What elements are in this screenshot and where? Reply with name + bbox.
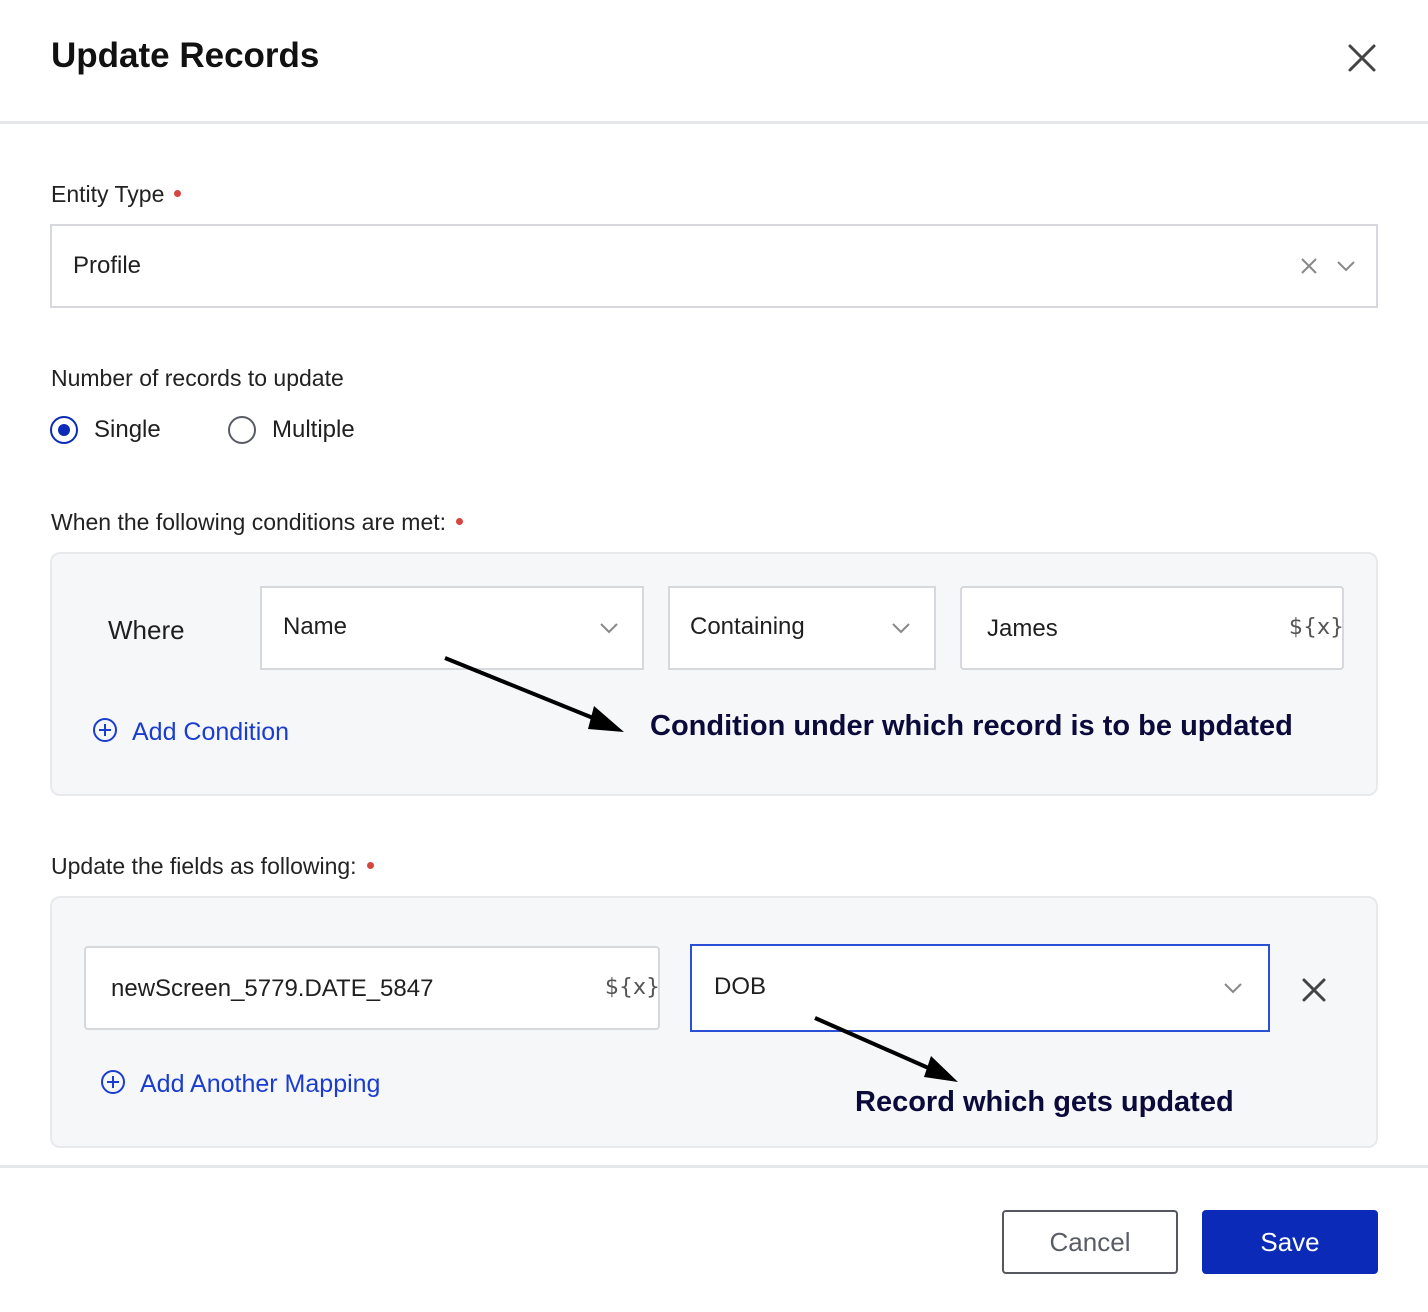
remove-mapping-icon[interactable] — [1300, 976, 1328, 1004]
mapping-source-text: newScreen_5779.DATE_5847 — [111, 975, 434, 1002]
chevron-down-icon — [600, 623, 618, 634]
mapping-target-value: DOB — [714, 973, 767, 1000]
mapping-annotation: Record which gets updated — [855, 1086, 1234, 1118]
required-indicator — [366, 862, 374, 870]
mapping-target-select[interactable]: DOB — [690, 944, 1270, 1032]
chevron-down-icon — [892, 623, 910, 634]
mapping-panel: newScreen_5779.DATE_5847 ${x} DOB Add An… — [50, 896, 1378, 1148]
condition-operator-value: Containing — [690, 613, 805, 640]
variable-icon[interactable]: ${x} — [1289, 615, 1344, 640]
condition-value-input[interactable]: James ${x} — [960, 586, 1344, 670]
radio-single[interactable] — [50, 416, 78, 444]
chevron-down-icon — [1224, 983, 1242, 994]
radio-multiple-label: Multiple — [272, 416, 355, 443]
mapping-source-input[interactable]: newScreen_5779.DATE_5847 ${x} — [84, 946, 660, 1030]
add-another-mapping-button[interactable]: Add Another Mapping — [100, 1070, 380, 1099]
condition-annotation: Condition under which record is to be up… — [650, 710, 1293, 742]
dialog-title: Update Records — [51, 36, 320, 75]
cancel-button[interactable]: Cancel — [1002, 1210, 1178, 1274]
close-icon — [1348, 44, 1376, 72]
save-button[interactable]: Save — [1202, 1210, 1378, 1274]
records-count-label: Number of records to update — [51, 365, 344, 391]
conditions-panel: Where Name Containing James ${x} Add Con… — [50, 552, 1378, 796]
close-button[interactable] — [1340, 36, 1384, 80]
add-condition-button[interactable]: Add Condition — [92, 718, 289, 747]
clear-icon[interactable] — [1299, 256, 1319, 276]
condition-operator-select[interactable]: Containing — [668, 586, 936, 670]
entity-type-label: Entity Type — [51, 181, 182, 208]
annotation-arrow-icon — [444, 656, 624, 732]
dialog-header: Update Records — [0, 0, 1428, 124]
chevron-down-icon — [1337, 261, 1355, 272]
radio-single-label: Single — [94, 416, 161, 443]
plus-circle-icon — [93, 718, 117, 743]
entity-type-select[interactable]: Profile — [50, 224, 1378, 308]
annotation-arrow-icon — [814, 1016, 958, 1082]
variable-icon[interactable]: ${x} — [605, 975, 660, 1000]
radio-multiple[interactable] — [228, 416, 256, 444]
required-indicator — [174, 190, 182, 198]
conditions-label: When the following conditions are met: — [51, 509, 464, 536]
plus-circle-icon — [101, 1070, 125, 1095]
where-label: Where — [108, 615, 185, 645]
condition-field-value: Name — [283, 613, 348, 640]
condition-value-text: James — [987, 615, 1058, 642]
entity-type-value: Profile — [73, 252, 142, 279]
mapping-label: Update the fields as following: — [51, 853, 374, 880]
footer-divider — [0, 1165, 1428, 1168]
required-indicator — [456, 518, 464, 526]
